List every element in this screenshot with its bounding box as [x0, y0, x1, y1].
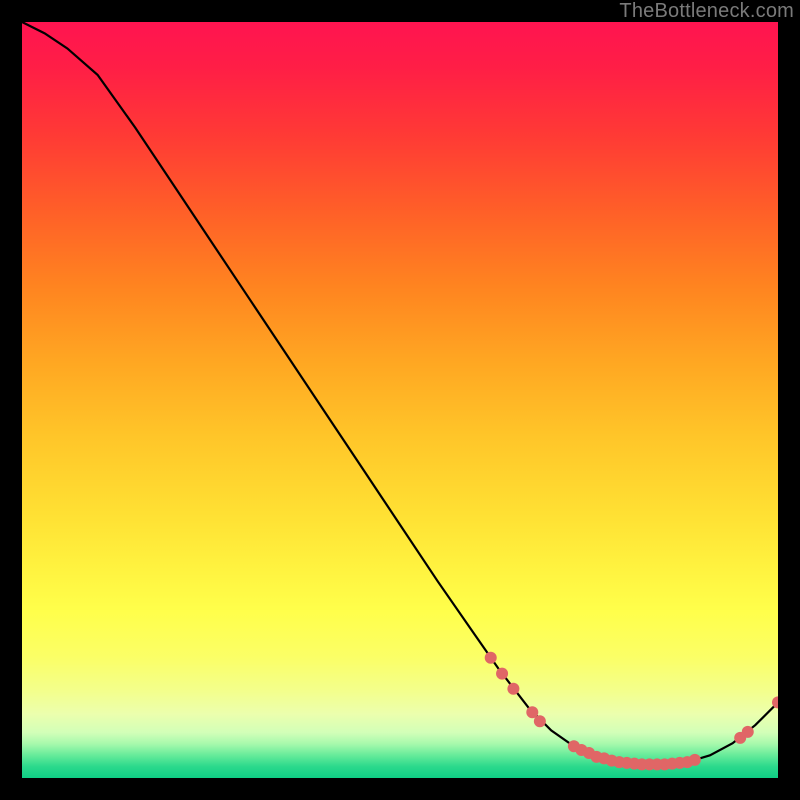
data-point — [485, 652, 497, 664]
data-point — [534, 715, 546, 727]
data-point — [742, 726, 754, 738]
chart-stage: TheBottleneck.com — [0, 0, 800, 800]
data-point — [496, 668, 508, 680]
data-point — [689, 754, 701, 766]
chart-plot-area — [22, 22, 778, 778]
gradient-background — [22, 22, 778, 778]
watermark-text: TheBottleneck.com — [619, 0, 794, 23]
chart-svg — [22, 22, 778, 778]
data-point — [507, 683, 519, 695]
